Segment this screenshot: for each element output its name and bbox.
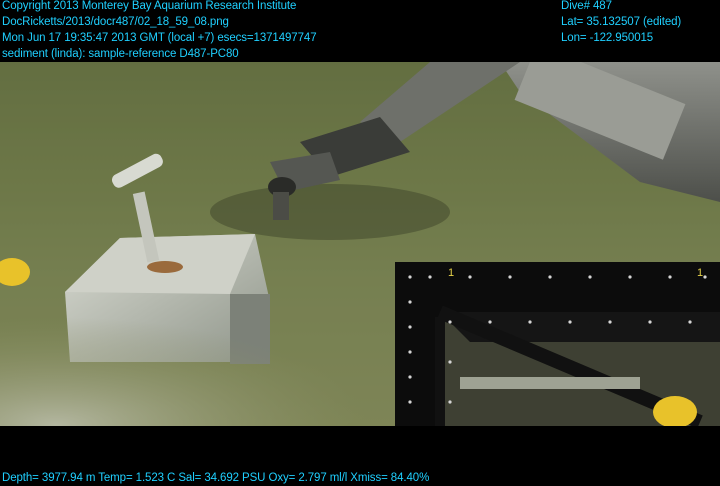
- seafloor-scene-illustration: 1 1: [0, 62, 720, 426]
- dive-number-text: Dive# 487: [561, 0, 612, 12]
- longitude-text: Lon= -122.950015: [561, 32, 654, 44]
- seafloor-video-frame: 1 1: [0, 62, 720, 426]
- drawer-label-right: 1: [697, 267, 703, 279]
- annotation-text: sediment (linda): sample-reference D487-…: [2, 48, 239, 60]
- file-path-text: DocRicketts/2013/docr487/02_18_59_08.png: [2, 16, 229, 28]
- telemetry-text: Depth= 3977.94 m Temp= 1.523 C Sal= 34.6…: [2, 472, 430, 484]
- datetime-text: Mon Jun 17 19:35:47 2013 GMT (local +7) …: [2, 32, 317, 44]
- arm-shadow: [210, 184, 450, 240]
- drawer-label-left: 1: [448, 267, 454, 279]
- latitude-text: Lat= 35.132507 (edited): [561, 16, 682, 28]
- copyright-text: Copyright 2013 Monterey Bay Aquarium Res…: [2, 0, 297, 12]
